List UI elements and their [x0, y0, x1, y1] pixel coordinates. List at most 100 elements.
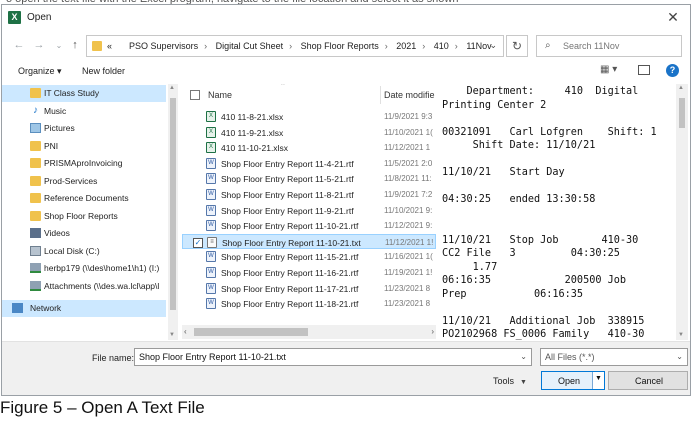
recent-locations-chevron-icon[interactable]: ⌄ [52, 41, 66, 50]
new-folder-button[interactable]: New folder [82, 66, 125, 76]
search-input[interactable]: ⌕ Search 11Nov [536, 35, 682, 57]
file-list: ⌃ Name Date modifie X 410 11-8-21.xlsx 1… [182, 84, 436, 340]
sidebar-item-attachments[interactable]: Attachments (\\des.wa.lcl\app\l [2, 278, 166, 295]
scrollbar-thumb[interactable] [170, 98, 176, 310]
sidebar-item-reference-documents[interactable]: Reference Documents [2, 190, 166, 207]
breadcrumb-item[interactable]: 410 [434, 41, 449, 51]
row-checkbox-checked[interactable]: ✓ [193, 237, 203, 248]
file-date: 11/23/2021 8 [384, 283, 431, 293]
sidebar-item-music[interactable]: ♪ Music [2, 103, 166, 120]
cancel-label: Cancel [635, 376, 664, 386]
tools-button[interactable]: Tools ▼ [493, 376, 527, 386]
cancel-button[interactable]: Cancel [608, 371, 688, 390]
breadcrumb-item[interactable]: Shop Floor Reports [301, 41, 379, 51]
up-arrow-icon[interactable]: ↑ [68, 39, 82, 51]
breadcrumb-overflow[interactable]: « [107, 41, 112, 51]
file-row[interactable]: W Shop Floor Entry Report 11-17-21.rtf 1… [182, 281, 436, 297]
file-row[interactable]: W Shop Floor Entry Report 11-18-21.rtf 1… [182, 296, 436, 312]
file-row[interactable]: W Shop Floor Entry Report 11-4-21.rtf 11… [182, 156, 436, 172]
file-name: Shop Floor Entry Report 11-9-21.rtf [221, 205, 354, 216]
change-view-icon[interactable]: ▦ ▾ [600, 64, 617, 75]
file-name: Shop Floor Entry Report 11-10-21.txt [222, 237, 361, 248]
breadcrumb-item[interactable]: 11Nov [466, 41, 491, 51]
scrollbar-thumb[interactable] [194, 328, 308, 336]
file-row[interactable]: X 410 11-8-21.xlsx 11/9/2021 9:3 [182, 109, 436, 125]
scroll-down-icon[interactable]: ▼ [678, 332, 684, 338]
address-bar[interactable]: « PSO Supervisors › Digital Cut Sheet › Sh… [86, 35, 504, 57]
sidebar-item-label: Videos [44, 228, 70, 238]
file-name: 410 11-10-21.xlsx [221, 143, 288, 154]
file-row[interactable]: W Shop Floor Entry Report 11-16-21.rtf 1… [182, 265, 436, 281]
file-row[interactable]: X 410 11-9-21.xlsx 11/10/2021 1( [182, 125, 436, 141]
sidebar-item-label: Local Disk (C:) [44, 245, 100, 256]
scroll-right-icon[interactable]: › [431, 327, 434, 336]
file-date: 11/16/2021 1( [384, 252, 433, 262]
music-icon: ♪ [33, 104, 38, 116]
sidebar-item-herbp179[interactable]: herbp179 (\\des\home1\h1) (I:) [2, 260, 166, 277]
sidebar-item-network[interactable]: Network [2, 300, 166, 317]
column-header-name[interactable]: Name [208, 90, 232, 100]
file-row-selected[interactable]: ✓ ≡ Shop Floor Entry Report 11-10-21.txt… [182, 233, 436, 250]
preview-line: Department: 410 Digital [442, 86, 639, 97]
sidebar-item-videos[interactable]: Videos [2, 225, 166, 242]
sidebar-item-pictures[interactable]: Pictures [2, 120, 166, 137]
navigation-pane: IT Class Study ♪ Music Pictures PNI PRIS… [2, 84, 178, 340]
column-header-date[interactable]: Date modifie [384, 90, 435, 100]
preview-line: 11/10/21 Start Day [442, 167, 565, 178]
file-row[interactable]: W Shop Floor Entry Report 11-10-21.rtf 1… [182, 218, 436, 234]
chevron-down-icon[interactable]: ⌄ [489, 40, 497, 51]
file-list-horizontal-scrollbar[interactable]: ‹ › [182, 325, 436, 339]
file-row[interactable]: W Shop Floor Entry Report 11-8-21.rtf 11… [182, 187, 436, 203]
file-row[interactable]: X 410 11-10-21.xlsx 11/12/2021 1 [182, 140, 436, 156]
file-name-field[interactable]: Shop Floor Entry Report 11-10-21.txt ⌄ [134, 348, 532, 366]
chevron-down-icon[interactable]: ⌄ [520, 352, 527, 361]
sidebar-item-shop-floor-reports[interactable]: Shop Floor Reports [2, 208, 166, 225]
word-file-icon: W [206, 204, 216, 216]
scrollbar-thumb[interactable] [679, 98, 685, 128]
sidebar-item-label: PRISMAproInvoicing [44, 158, 123, 168]
open-options-button[interactable]: ▼ [592, 372, 604, 389]
select-all-checkbox[interactable] [190, 90, 200, 100]
sidebar-item-label: Pictures [44, 123, 75, 133]
refresh-icon[interactable]: ↻ [506, 35, 528, 57]
chevron-right-icon: › [454, 41, 458, 51]
breadcrumb-item[interactable]: Digital Cut Sheet [216, 41, 284, 51]
file-name: Shop Floor Entry Report 11-16-21.rtf [221, 268, 359, 278]
network-icon [12, 303, 23, 313]
back-arrow-icon[interactable]: ← [12, 39, 26, 51]
column-divider[interactable] [380, 86, 381, 104]
caret-down-icon: ▼ [520, 379, 527, 386]
excel-file-icon: X [206, 111, 216, 122]
file-name: Shop Floor Entry Report 11-8-21.rtf [221, 190, 354, 200]
chevron-down-icon[interactable]: ⌄ [676, 352, 683, 361]
sidebar-item-it-class-study[interactable]: IT Class Study [2, 85, 166, 102]
close-icon[interactable]: ✕ [666, 9, 680, 26]
breadcrumb-item[interactable]: 2021 [396, 41, 416, 51]
open-button[interactable]: Open ▼ [541, 371, 605, 390]
disk-icon [30, 245, 41, 256]
help-icon[interactable]: ? [666, 64, 679, 77]
text-file-icon: ≡ [207, 236, 217, 248]
sidebar-item-local-disk[interactable]: Local Disk (C:) [2, 243, 166, 260]
excel-app-icon: X [8, 11, 21, 24]
forward-arrow-icon[interactable]: → [32, 39, 46, 51]
breadcrumb-item[interactable]: PSO Supervisors [129, 41, 198, 51]
organize-button[interactable]: Organize ▾ [18, 66, 62, 77]
file-type-select[interactable]: All Files (*.*) ⌄ [540, 348, 688, 366]
preview-pane-icon[interactable] [638, 65, 650, 75]
videos-icon [30, 228, 41, 238]
scroll-left-icon[interactable]: ‹ [184, 327, 187, 336]
file-row[interactable]: W Shop Floor Entry Report 11-15-21.rtf 1… [182, 249, 436, 265]
file-row[interactable]: W Shop Floor Entry Report 11-5-21.rtf 11… [182, 171, 436, 187]
scroll-up-icon[interactable]: ▲ [169, 85, 175, 91]
chevron-right-icon: › [422, 41, 426, 51]
sidebar-scrollbar[interactable]: ▲ ▼ [168, 84, 178, 340]
sidebar-item-prismaproinvoicing[interactable]: PRISMAproInvoicing [2, 155, 166, 172]
file-row[interactable]: W Shop Floor Entry Report 11-9-21.rtf 11… [182, 203, 436, 219]
scroll-up-icon[interactable]: ▲ [678, 85, 684, 91]
sidebar-item-pni[interactable]: PNI [2, 138, 166, 155]
preview-scrollbar[interactable]: ▲ ▼ [676, 84, 688, 340]
word-file-icon: W [206, 251, 216, 263]
sidebar-item-prod-services[interactable]: Prod-Services [2, 173, 166, 190]
scroll-down-icon[interactable]: ▼ [169, 332, 175, 338]
